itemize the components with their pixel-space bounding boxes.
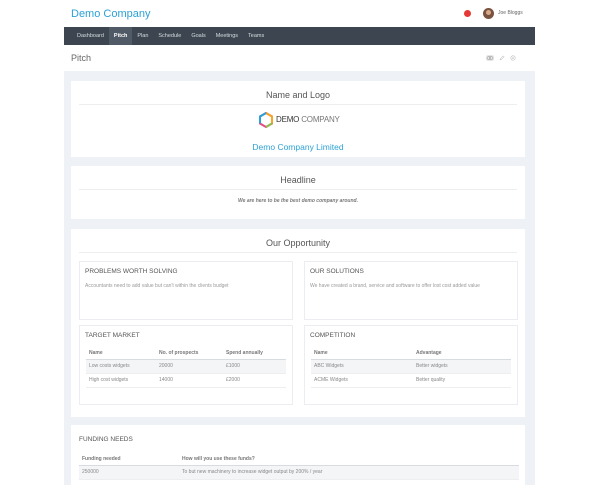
brand-title[interactable]: Demo Company: [71, 8, 150, 20]
page-title: Pitch: [71, 53, 92, 63]
table-cell: To but new machinery to increase widget …: [179, 465, 519, 480]
table-cell: 14000: [156, 373, 223, 388]
table-cell: 250000: [79, 465, 179, 480]
tab-plan[interactable]: Plan: [132, 27, 153, 45]
column-header: Funding needed: [79, 453, 179, 466]
table-cell: High cost widgets: [86, 373, 156, 388]
tab-teams[interactable]: Teams: [243, 27, 269, 45]
funding-table: Funding needed How will you use these fu…: [79, 453, 519, 480]
table-cell: £1000: [223, 359, 286, 374]
table-header-row: Funding needed How will you use these fu…: [79, 453, 519, 466]
name-logo-title: Name and Logo: [265, 90, 331, 100]
top-bar: Demo Company Joe Bloggs: [0, 0, 600, 27]
target-market-table: Name No. of prospects Spend annually Low…: [86, 347, 286, 388]
column-header: How will you use these funds?: [179, 453, 519, 466]
table-row: ABC Widgets Better widgets: [311, 359, 511, 374]
divider: [79, 252, 517, 253]
table-row: ACME Widgets Better quality: [311, 373, 511, 388]
column-header: Advantage: [413, 347, 511, 360]
logo-text: DEMO COMPANY: [276, 115, 340, 124]
logo-word-light: COMPANY: [301, 115, 340, 124]
logo-icon: [259, 112, 273, 128]
table-cell: £2000: [223, 373, 286, 388]
table-header-row: Name Advantage: [311, 347, 511, 360]
tab-pitch[interactable]: Pitch: [108, 27, 133, 45]
tab-meetings[interactable]: Meetings: [211, 27, 243, 45]
table-cell: ACME Widgets: [311, 373, 413, 388]
notification-badge[interactable]: [464, 10, 471, 17]
target-market-title: TARGET MARKET: [85, 332, 140, 339]
problems-box: PROBLEMS WORTH SOLVING Accountants need …: [79, 261, 293, 320]
solutions-box: OUR SOLUTIONS We have created a brand, s…: [304, 261, 518, 320]
funding-title: FUNDING NEEDS: [79, 436, 133, 443]
problems-text: Accountants need to add value but can't …: [85, 283, 229, 289]
page-tools: [486, 55, 516, 61]
table-cell: Better quality: [413, 373, 511, 388]
tab-schedule[interactable]: Schedule: [153, 27, 186, 45]
table-header-row: Name No. of prospects Spend annually: [86, 347, 286, 360]
solutions-text: We have created a brand, service and sof…: [310, 283, 480, 289]
eye-icon[interactable]: [486, 55, 494, 61]
divider: [79, 104, 517, 105]
column-header: Name: [311, 347, 413, 360]
table-row: High cost widgets 14000 £2000: [86, 373, 286, 388]
competition-table: Name Advantage ABC Widgets Better widget…: [311, 347, 511, 388]
gear-icon[interactable]: [510, 55, 516, 61]
table-cell: 20000: [156, 359, 223, 374]
divider: [79, 189, 517, 190]
opportunity-title: Our Opportunity: [265, 238, 331, 248]
column-header: No. of prospects: [156, 347, 223, 360]
problems-title: PROBLEMS WORTH SOLVING: [85, 268, 178, 275]
table-row: 250000 To but new machinery to increase …: [79, 465, 519, 480]
tab-goals[interactable]: Goals: [186, 27, 210, 45]
pencil-icon[interactable]: [499, 55, 505, 61]
table-cell: ABC Widgets: [311, 359, 413, 374]
logo-word-dark: DEMO: [276, 115, 300, 124]
avatar[interactable]: [483, 8, 494, 19]
solutions-title: OUR SOLUTIONS: [310, 268, 364, 275]
table-row: Low costs widgets 20000 £1000: [86, 359, 286, 374]
main-nav: Dashboard Pitch Plan Schedule Goals Meet…: [64, 27, 535, 45]
column-header: Name: [86, 347, 156, 360]
company-name: Demo Company Limited: [252, 142, 344, 152]
tab-dashboard[interactable]: Dashboard: [72, 27, 109, 45]
table-cell: Better widgets: [413, 359, 511, 374]
competition-title: COMPETITION: [310, 332, 356, 339]
table-cell: Low costs widgets: [86, 359, 156, 374]
user-name[interactable]: Joe Bloggs: [498, 10, 523, 16]
headline-title: Headline: [280, 175, 316, 185]
column-header: Spend annually: [223, 347, 286, 360]
headline-card: Headline We are here to be the best demo…: [71, 166, 525, 219]
headline-text: We are here to be the best demo company …: [238, 198, 358, 204]
